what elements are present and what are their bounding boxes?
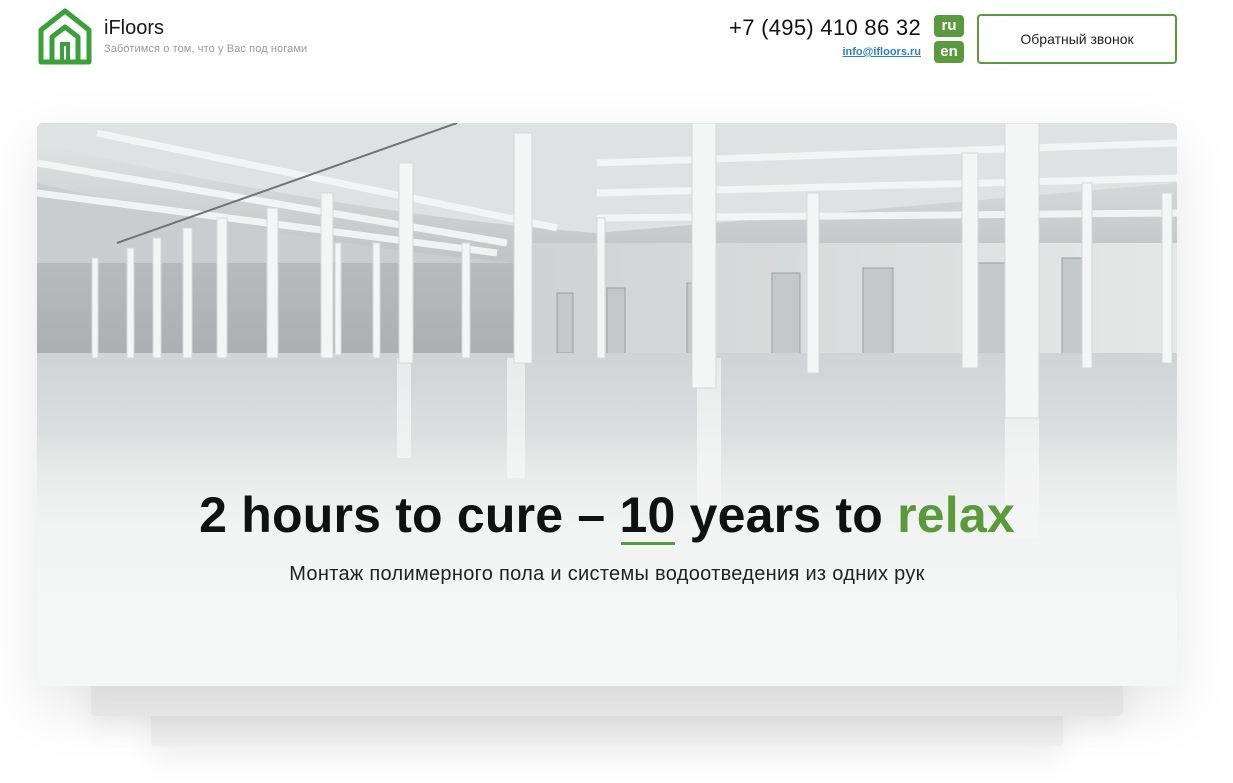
- house-logo-icon: [38, 8, 92, 65]
- language-switcher: ru en: [934, 15, 964, 67]
- headline-part2: years to: [675, 487, 898, 543]
- brand-name: iFloors: [104, 17, 165, 39]
- hero-fade-overlay: [37, 123, 1177, 686]
- lang-ru-button[interactable]: ru: [934, 15, 964, 37]
- lang-en-button[interactable]: en: [934, 41, 964, 63]
- hero-headline: 2 hours to cure – 10 years to relax: [37, 485, 1177, 545]
- logo-link[interactable]: iFloors Заботимся о том, что у Вас под н…: [37, 8, 307, 66]
- headline-accent: relax: [897, 487, 1015, 543]
- hero-subheadline: Монтаж полимерного пола и системы водоот…: [289, 563, 925, 585]
- headline-number: 10: [619, 487, 676, 545]
- callback-button[interactable]: Обратный звонок: [977, 14, 1177, 64]
- headline-part1: 2 hours to cure –: [199, 487, 620, 543]
- hero-banner: 2 hours to cure – 10 years to relax Монт…: [37, 123, 1177, 686]
- site-header: iFloors Заботимся о том, что у Вас под н…: [0, 0, 1233, 80]
- email-link[interactable]: info@ifloors.ru: [842, 46, 921, 58]
- brand-tagline: Заботимся о том, что у Вас под ногами: [104, 43, 308, 55]
- phone-number[interactable]: +7 (495) 410 86 32: [729, 14, 921, 42]
- contacts: +7 (495) 410 86 32 info@ifloors.ru: [729, 14, 921, 60]
